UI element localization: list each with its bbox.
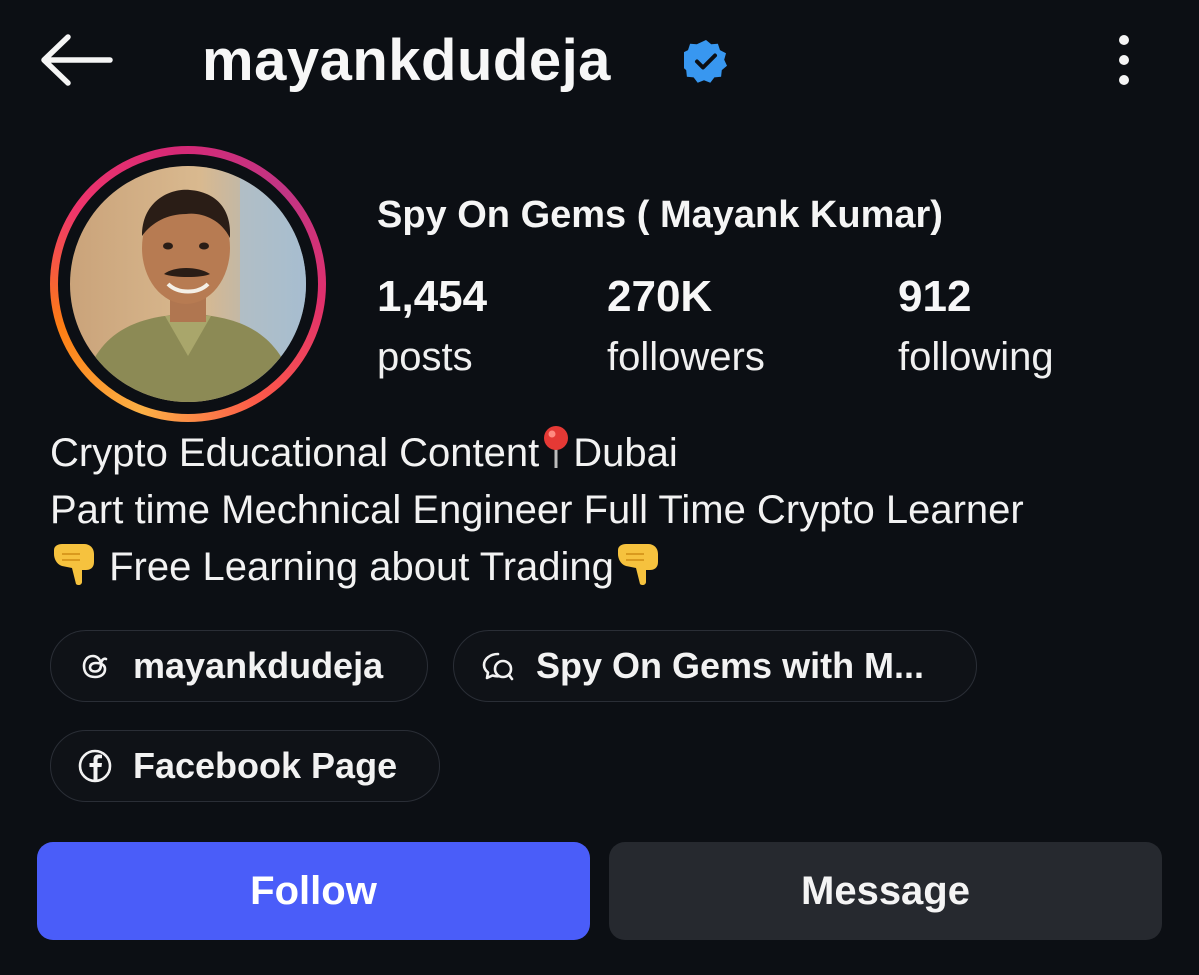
location-pin-icon <box>544 426 569 468</box>
stat-posts[interactable]: 1,454 posts <box>377 272 487 382</box>
stat-posts-label: posts <box>377 335 473 379</box>
threads-link-label: mayankdudeja <box>133 645 384 686</box>
stat-following[interactable]: 912 following <box>898 272 1054 382</box>
stat-posts-count: 1,454 <box>377 272 488 321</box>
arrow-left-icon <box>41 34 113 86</box>
more-options-button[interactable] <box>1104 30 1144 90</box>
bio-line-3: Free Learning about Trading <box>50 539 1024 596</box>
profile-avatar-story-ring[interactable] <box>50 146 326 422</box>
message-button[interactable]: Message <box>609 842 1162 940</box>
facebook-page-chip[interactable]: Facebook Page <box>50 730 440 802</box>
profile-header: mayankdudeja <box>0 0 1199 130</box>
broadcast-channel-chip[interactable]: Spy On Gems with M... <box>453 630 977 702</box>
pointing-down-hand-icon <box>617 544 658 586</box>
broadcast-channel-label: Spy On Gems with M... <box>536 645 925 686</box>
threads-link-chip[interactable]: mayankdudeja <box>50 630 428 702</box>
facebook-page-label: Facebook Page <box>133 745 398 786</box>
bio-text-location: Dubai <box>573 431 678 475</box>
bio-text-content: Crypto Educational Content <box>50 431 540 475</box>
stat-following-count: 912 <box>898 272 972 321</box>
stat-followers[interactable]: 270K followers <box>607 272 765 382</box>
avatar <box>70 166 306 402</box>
pointing-down-hand-icon <box>54 544 94 586</box>
bio-line-2: Part time Mechnical Engineer Full Time C… <box>50 488 1024 532</box>
bio-text-free-learning: Free Learning about Trading <box>98 545 614 589</box>
stat-following-label: following <box>898 335 1054 379</box>
facebook-icon <box>78 749 112 783</box>
verified-badge-icon <box>684 40 727 83</box>
channel-chat-icon <box>482 652 514 681</box>
avatar-photo <box>70 166 306 402</box>
bio-line-1: Crypto Educational Content Dubai <box>50 424 1024 482</box>
profile-username: mayankdudeja <box>202 28 611 93</box>
follow-button[interactable]: Follow <box>37 842 590 940</box>
stat-followers-label: followers <box>607 335 765 379</box>
stat-followers-count: 270K <box>607 272 713 321</box>
profile-bio: Crypto Educational Content Dubai Part ti… <box>50 424 1024 596</box>
more-vertical-icon <box>1119 35 1129 85</box>
back-button[interactable] <box>38 32 114 88</box>
display-name: Spy On Gems ( Mayank Kumar) <box>377 194 943 236</box>
threads-icon <box>82 654 108 679</box>
